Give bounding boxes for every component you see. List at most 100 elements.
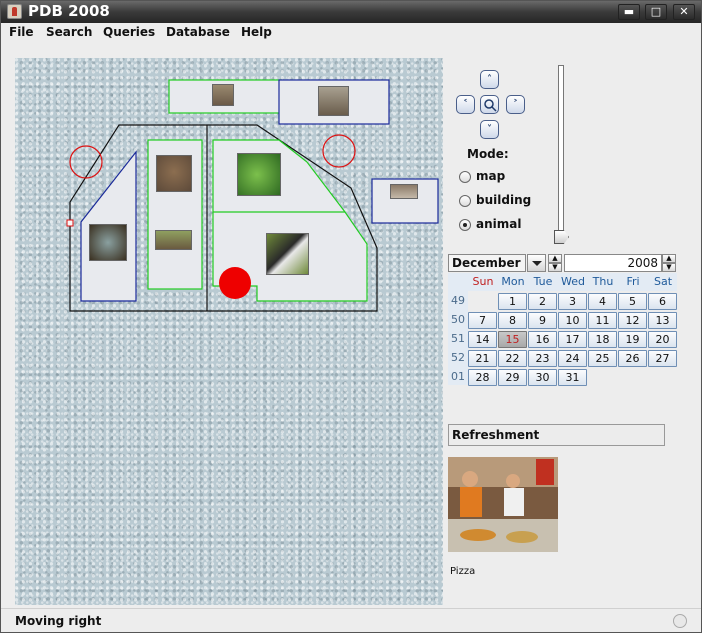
zoom-slider-thumb[interactable] — [554, 230, 569, 244]
calendar-day[interactable]: 25 — [588, 350, 617, 367]
mode-radio-animal-label[interactable]: animal — [476, 217, 521, 231]
calendar-day[interactable]: 30 — [528, 369, 557, 386]
app-icon — [7, 4, 22, 19]
mode-radio-animal[interactable] — [459, 219, 471, 231]
mode-radio-map[interactable] — [459, 171, 471, 183]
current-position-marker — [219, 267, 251, 299]
week-number: 49 — [451, 294, 465, 307]
calendar-day[interactable]: 26 — [618, 350, 647, 367]
chevron-down-icon: ˅ — [487, 124, 492, 135]
pan-down-button[interactable]: ˅ — [480, 120, 499, 139]
calendar-day[interactable]: 17 — [558, 331, 587, 348]
year-spin-up[interactable]: ▲ — [662, 254, 676, 263]
calendar-day[interactable]: 2 — [528, 293, 557, 310]
mode-radio-building-label[interactable]: building — [476, 193, 531, 207]
calendar-day[interactable]: 31 — [558, 369, 587, 386]
outline-handle[interactable] — [66, 219, 74, 227]
zoom-slider-track[interactable] — [558, 65, 564, 237]
calendar-day[interactable]: 1 — [498, 293, 527, 310]
animal-thumbnail-elephant-small[interactable] — [212, 84, 234, 106]
calendar-day[interactable]: 15 — [498, 331, 527, 348]
animal-thumbnail-tortoise[interactable] — [89, 224, 127, 261]
calendar-day[interactable]: 4 — [588, 293, 617, 310]
menu-database[interactable]: Database — [166, 25, 230, 39]
refreshment-caption: Pizza — [450, 566, 476, 577]
month-spin-up[interactable]: ▲ — [548, 254, 562, 263]
close-icon: ✕ — [679, 5, 689, 18]
pan-right-button[interactable]: ˃ — [506, 95, 525, 114]
animal-thumbnail-elephant[interactable] — [318, 86, 349, 116]
weekday-header: Sun — [472, 275, 494, 288]
calendar-day[interactable]: 21 — [468, 350, 497, 367]
animal-thumbnail-zebra[interactable] — [266, 233, 309, 275]
calendar-day[interactable]: 10 — [558, 312, 587, 329]
minimize-icon: ▬ — [623, 5, 635, 18]
calendar-day[interactable]: 27 — [648, 350, 677, 367]
week-number: 01 — [451, 370, 465, 383]
refreshment-field: Refreshment — [448, 424, 665, 446]
point-of-interest-left[interactable] — [69, 145, 103, 179]
refreshment-photo — [448, 457, 558, 552]
calendar-day[interactable]: 28 — [468, 369, 497, 386]
month-select[interactable]: December — [448, 254, 526, 272]
calendar-day[interactable]: 19 — [618, 331, 647, 348]
point-of-interest-right[interactable] — [322, 134, 356, 168]
animal-thumbnail-bird[interactable] — [155, 230, 192, 250]
calendar-day[interactable]: 16 — [528, 331, 557, 348]
mode-radio-building[interactable] — [459, 195, 471, 207]
pan-up-button[interactable]: ˄ — [480, 70, 499, 89]
calendar-day[interactable]: 23 — [528, 350, 557, 367]
mode-label: Mode: — [467, 147, 509, 161]
week-number: 51 — [451, 332, 465, 345]
zoo-map[interactable] — [15, 58, 443, 605]
animal-thumbnail-building-right[interactable] — [390, 184, 418, 199]
minimize-button[interactable]: ▬ — [618, 4, 640, 20]
close-button[interactable]: ✕ — [673, 4, 695, 20]
calendar-day[interactable]: 18 — [588, 331, 617, 348]
chevron-left-icon: ˂ — [463, 99, 468, 110]
calendar-day[interactable]: 5 — [618, 293, 647, 310]
pan-left-button[interactable]: ˂ — [456, 95, 475, 114]
zoom-button[interactable] — [480, 95, 499, 114]
maximize-icon: □ — [650, 5, 662, 18]
status-bar: Moving right — [1, 608, 701, 632]
calendar-day[interactable]: 24 — [558, 350, 587, 367]
weekday-header: Fri — [626, 275, 640, 288]
status-text: Moving right — [15, 614, 102, 628]
calendar-day[interactable]: 22 — [498, 350, 527, 367]
calendar-day[interactable]: 7 — [468, 312, 497, 329]
month-spin-down[interactable]: ▼ — [548, 263, 562, 272]
weekday-header: Wed — [561, 275, 585, 288]
mode-radio-map-label[interactable]: map — [476, 169, 505, 183]
calendar-day[interactable]: 9 — [528, 312, 557, 329]
year-field[interactable]: 2008 — [564, 254, 662, 272]
calendar-day[interactable]: 12 — [618, 312, 647, 329]
calendar-day[interactable]: 11 — [588, 312, 617, 329]
window-title: PDB 2008 — [28, 2, 110, 20]
calendar-day[interactable]: 13 — [648, 312, 677, 329]
calendar-day[interactable]: 3 — [558, 293, 587, 310]
weekday-header: Tue — [533, 275, 553, 288]
week-number: 50 — [451, 313, 465, 326]
calendar-day[interactable]: 6 — [648, 293, 677, 310]
calendar-day[interactable]: 29 — [498, 369, 527, 386]
maximize-button[interactable]: □ — [645, 4, 667, 20]
month-dropdown-button[interactable] — [527, 254, 546, 272]
menu-search[interactable]: Search — [46, 25, 92, 39]
chevron-up-icon: ˄ — [487, 74, 492, 85]
animal-thumbnail-lemur[interactable] — [156, 155, 192, 192]
chevron-right-icon: ˃ — [513, 99, 518, 110]
menu-bar: File Search Queries Database Help — [1, 23, 701, 43]
weekday-header: Sat — [653, 275, 673, 288]
calendar-day[interactable]: 8 — [498, 312, 527, 329]
menu-file[interactable]: File — [9, 25, 34, 39]
year-spin-down[interactable]: ▼ — [662, 263, 676, 272]
menu-help[interactable]: Help — [241, 25, 272, 39]
menu-queries[interactable]: Queries — [103, 25, 155, 39]
title-bar: PDB 2008 ▬ □ ✕ — [1, 1, 701, 23]
weekday-header: Mon — [501, 275, 525, 288]
calendar-day[interactable]: 14 — [468, 331, 497, 348]
zoom-icon — [483, 99, 497, 112]
calendar-day[interactable]: 20 — [648, 331, 677, 348]
animal-thumbnail-frog[interactable] — [237, 153, 281, 196]
